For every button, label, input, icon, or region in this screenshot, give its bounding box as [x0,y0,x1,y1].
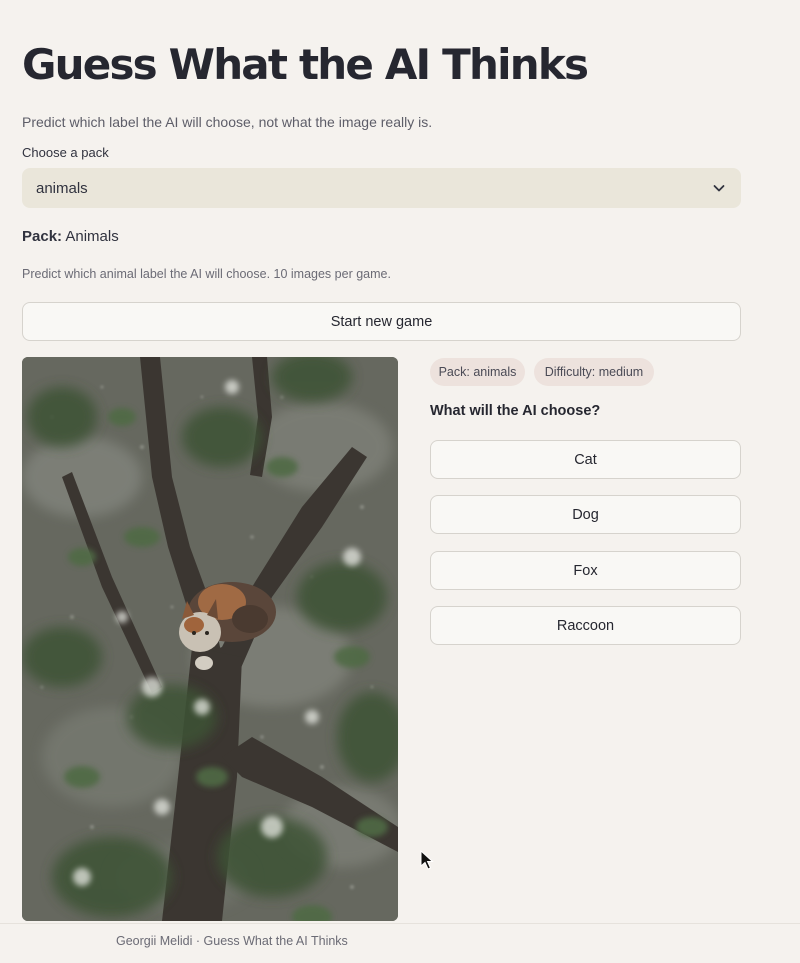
footer-divider [0,923,800,924]
mouse-cursor-icon [420,850,434,870]
footer-text: Georgii Melidi · Guess What the AI Think… [116,934,348,948]
chevron-down-icon [713,185,725,192]
option-button-raccoon[interactable]: Raccoon [430,606,741,645]
page-subtitle: Predict which label the AI will choose, … [22,114,433,130]
option-button-dog[interactable]: Dog [430,495,741,534]
page-title: Guess What the AI Thinks [22,40,589,89]
start-new-game-button[interactable]: Start new game [22,302,741,341]
option-button-fox[interactable]: Fox [430,551,741,590]
game-image [22,357,398,921]
pack-select-value: animals [36,179,88,197]
difficulty-tag: Difficulty: medium [534,358,654,386]
question-heading: What will the AI choose? [430,403,601,419]
pack-tag: Pack: animals [430,358,525,386]
pack-description: Predict which animal label the AI will c… [22,267,391,281]
pack-select-label: Choose a pack [22,145,109,160]
pack-info-name: Animals [65,228,119,245]
pack-info-label: Pack: [22,228,63,245]
pack-select[interactable]: animals [22,168,741,208]
option-button-cat[interactable]: Cat [430,440,741,479]
pack-info: Pack: Animals [22,228,119,245]
